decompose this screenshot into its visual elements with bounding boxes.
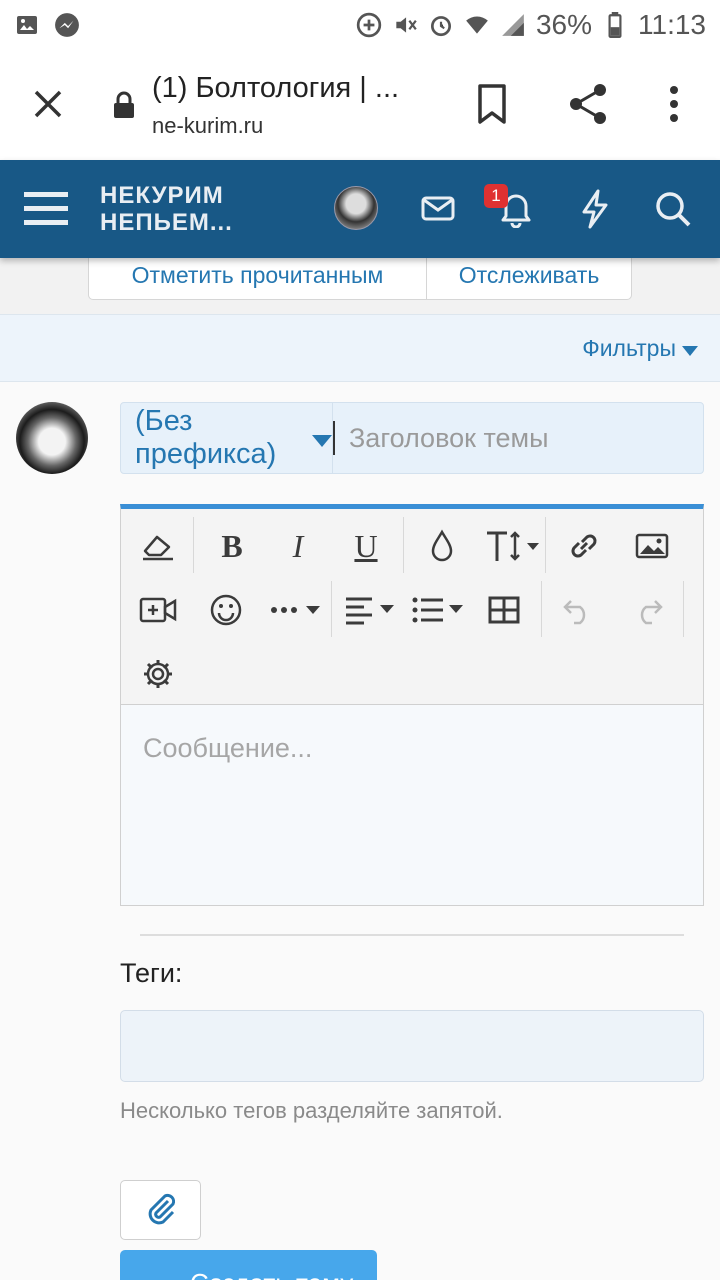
browser-toolbar: (1) Болтология | ... ne-kurim.ru	[0, 50, 720, 160]
logo-line-1: НЕКУРИМ	[100, 182, 224, 209]
image-icon[interactable]	[627, 521, 677, 571]
settings-icon[interactable]	[133, 649, 183, 699]
action-button-group: Отметить прочитанным Отслеживать	[88, 252, 632, 300]
editor-toolbar: B I U	[121, 509, 703, 705]
underline-icon[interactable]: U	[341, 521, 391, 571]
toolbar-separator	[683, 581, 684, 637]
create-thread-button[interactable]: Создать тему	[120, 1250, 377, 1280]
battery-percent: 36%	[535, 9, 592, 40]
caret-down-icon	[312, 422, 332, 455]
share-icon[interactable]	[566, 82, 610, 126]
notification-badge: 1	[484, 184, 508, 208]
toolbar-separator	[545, 517, 546, 573]
user-avatar[interactable]	[334, 186, 378, 230]
mail-icon[interactable]	[420, 190, 456, 226]
site-logo[interactable]: НЕКУРИМ НЕПЬЕМ...	[100, 182, 233, 236]
logo-line-2: НЕПЬЕМ...	[100, 209, 233, 236]
thread-title-input[interactable]	[333, 421, 703, 455]
prefix-value: (Без префикса)	[135, 405, 277, 470]
clock: 11:13	[638, 9, 706, 40]
redo-icon[interactable]	[623, 585, 673, 635]
signal-icon	[500, 12, 526, 38]
mute-icon	[392, 12, 418, 38]
attach-button[interactable]	[120, 1180, 201, 1240]
mark-read-button[interactable]: Отметить прочитанным	[89, 252, 427, 299]
tab-title[interactable]: (1) Болтология | ...	[152, 72, 399, 105]
bookmark-icon[interactable]	[472, 82, 512, 126]
message-editor: B I U Сообщение...	[120, 504, 704, 906]
search-icon[interactable]	[654, 190, 692, 228]
text-size-icon[interactable]	[481, 521, 547, 571]
link-icon[interactable]	[559, 521, 609, 571]
bold-icon[interactable]: B	[207, 521, 257, 571]
more-icon[interactable]	[267, 585, 327, 635]
toolbar-separator	[541, 581, 542, 637]
toolbar-separator	[403, 517, 404, 573]
toolbar-separator	[193, 517, 194, 573]
color-icon[interactable]	[417, 521, 467, 571]
smiley-icon[interactable]	[201, 585, 251, 635]
data-saver-icon	[356, 12, 382, 38]
filters-dropdown[interactable]: Фильтры	[582, 335, 698, 362]
toolbar-separator	[331, 581, 332, 637]
messenger-icon	[54, 12, 80, 38]
author-avatar	[16, 402, 88, 474]
title-row: (Без префикса)	[120, 402, 704, 474]
video-icon[interactable]	[133, 585, 183, 635]
italic-icon[interactable]: I	[273, 521, 323, 571]
submit-label: Создать тему	[190, 1268, 353, 1280]
gallery-icon	[14, 12, 40, 38]
tags-hint: Несколько тегов разделяйте запятой.	[120, 1098, 503, 1123]
tags-input[interactable]	[120, 1010, 704, 1082]
flash-icon[interactable]	[578, 188, 612, 230]
eraser-icon[interactable]	[133, 521, 183, 571]
message-placeholder: Сообщение...	[143, 733, 313, 763]
url-text[interactable]: ne-kurim.ru	[152, 113, 263, 139]
menu-icon[interactable]	[24, 190, 68, 228]
align-icon[interactable]	[341, 585, 401, 635]
thread-actions: Отметить прочитанным Отслеживать	[0, 252, 720, 314]
paperclip-icon	[144, 1191, 178, 1230]
watch-button[interactable]: Отслеживать	[427, 252, 631, 299]
filter-bar: Фильтры	[0, 314, 720, 382]
tags-label: Теги:	[120, 958, 183, 988]
filters-label: Фильтры	[582, 335, 676, 361]
table-icon[interactable]	[479, 585, 529, 635]
undo-icon[interactable]	[553, 585, 603, 635]
wifi-icon	[464, 12, 490, 38]
new-thread-form: (Без префикса) B I U	[0, 382, 720, 1280]
more-vertical-icon[interactable]	[660, 84, 688, 124]
lock-icon	[112, 90, 136, 120]
list-icon[interactable]	[409, 585, 469, 635]
status-bar: 36% 11:13	[0, 0, 720, 50]
battery-icon	[602, 12, 628, 38]
site-header: НЕКУРИМ НЕПЬЕМ... 1	[0, 160, 720, 258]
close-icon[interactable]	[28, 84, 68, 124]
caret-down-icon	[682, 335, 698, 362]
message-textarea[interactable]: Сообщение...	[121, 705, 703, 905]
divider	[140, 934, 684, 936]
alarm-icon	[428, 12, 454, 38]
prefix-select[interactable]: (Без префикса)	[121, 403, 333, 473]
